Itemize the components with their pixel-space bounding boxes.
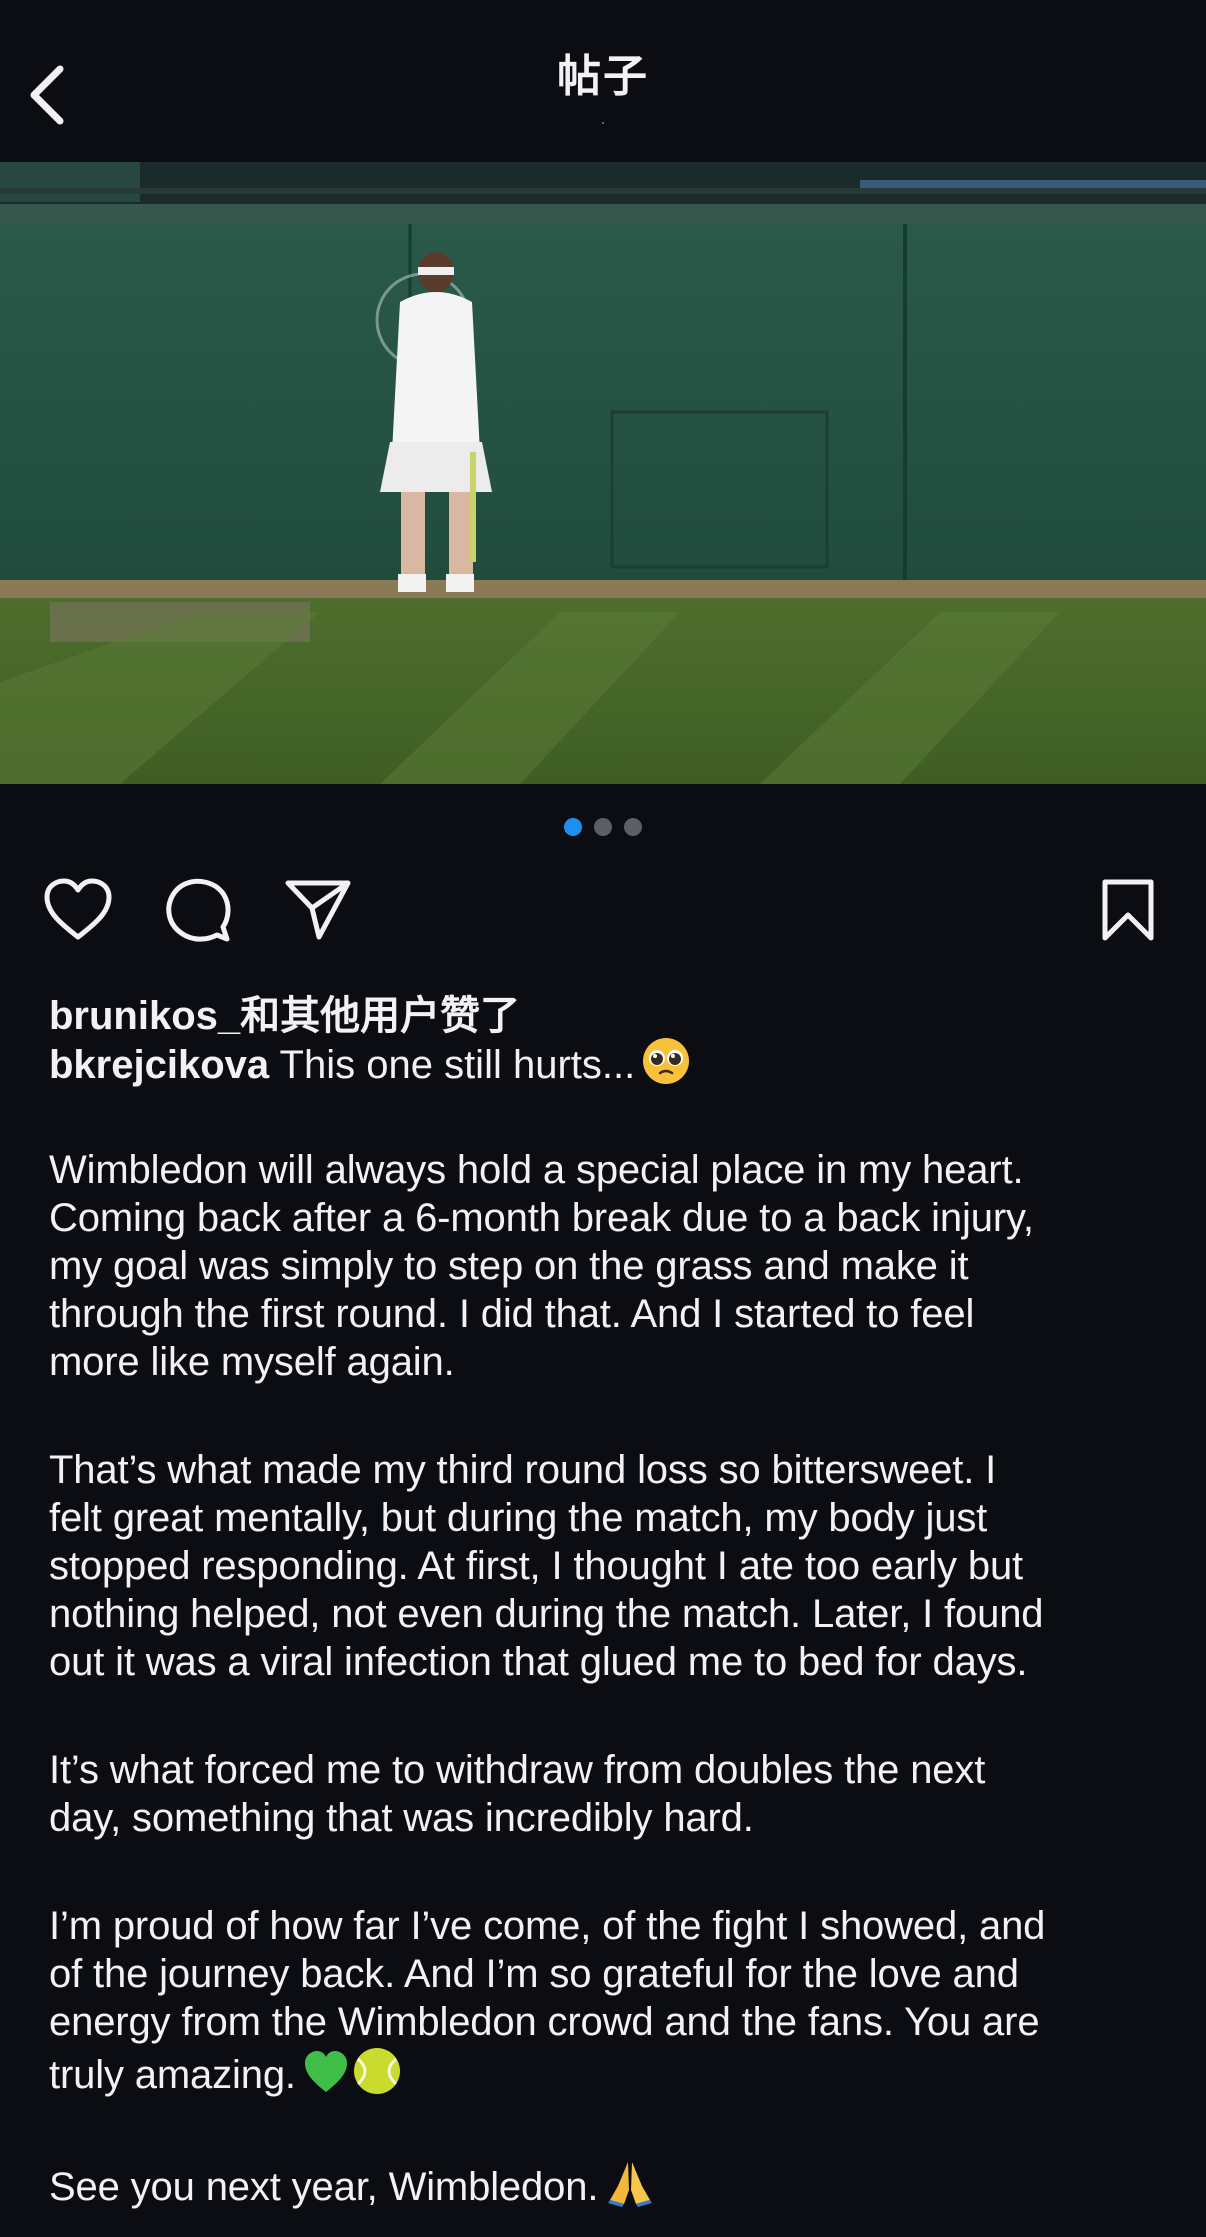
- caption-line-text: See you next year, Wimbledon.: [49, 2165, 599, 2209]
- caption-line: That’s what made my third round loss so …: [49, 1448, 997, 1492]
- bookmark-icon: [1102, 879, 1154, 941]
- like-button[interactable]: [38, 870, 118, 950]
- caption-line: through the first round. I did that. And…: [49, 1292, 975, 1336]
- likes-summary[interactable]: brunikos_和其他用户赞了: [49, 983, 520, 1041]
- carousel-dot: [594, 818, 612, 836]
- caption-line: Wimbledon will always hold a special pla…: [49, 1148, 1024, 1192]
- post-photo[interactable]: [0, 162, 1206, 784]
- tennis-ball-emoji-icon: [352, 2046, 402, 2107]
- action-bar: [0, 870, 1206, 970]
- caption-paragraph: I’m proud of how far I’ve come, of the f…: [49, 1902, 1179, 2097]
- pleading-face-emoji-icon: [641, 1036, 691, 1096]
- folded-hands-emoji-icon: [604, 2156, 656, 2219]
- comment-button[interactable]: [158, 870, 238, 950]
- comment-bubble-icon: [166, 878, 231, 942]
- caption-line: It’s what forced me to withdraw from dou…: [49, 1748, 986, 1792]
- paper-plane-icon: [285, 880, 351, 940]
- carousel-indicator: [0, 818, 1206, 836]
- caption-line: stopped responding. At first, I thought …: [49, 1544, 1024, 1588]
- share-button[interactable]: [278, 870, 358, 950]
- heart-outline-icon: [44, 878, 112, 940]
- carousel-dot-active: [564, 818, 582, 836]
- caption-line: truly amazing.: [49, 2046, 1179, 2097]
- page-title: 帖子: [557, 52, 649, 101]
- save-button[interactable]: [1088, 870, 1168, 950]
- caption-paragraph: Wimbledon will always hold a special pla…: [49, 1146, 1179, 1386]
- carousel-dot: [624, 818, 642, 836]
- top-bar: 帖子 ·: [0, 0, 1206, 162]
- green-heart-emoji-icon: [302, 2048, 350, 2107]
- caption-line: my goal was simply to step on the grass …: [49, 1244, 969, 1288]
- caption-line: more like myself again.: [49, 1340, 455, 1384]
- caption-line: of the journey back. And I’m so grateful…: [49, 1952, 1019, 1996]
- caption-first-line: This one still hurts...: [269, 1043, 636, 1087]
- caption-paragraph: That’s what made my third round loss so …: [49, 1446, 1179, 1686]
- caption-line: Coming back after a 6-month break due to…: [49, 1196, 1034, 1240]
- caption-header: bkrejcikova This one still hurts...: [49, 1036, 691, 1096]
- caption-paragraph: It’s what forced me to withdraw from dou…: [49, 1746, 1179, 1842]
- caption-line: felt great mentally, but during the matc…: [49, 1496, 988, 1540]
- author-username[interactable]: bkrejcikova: [49, 1043, 269, 1087]
- caption-line: energy from the Wimbledon crowd and the …: [49, 2000, 1040, 2044]
- caption-line: See you next year, Wimbledon.: [49, 2156, 1179, 2209]
- caption-line: I’m proud of how far I’ve come, of the f…: [49, 1904, 1046, 1948]
- post-image: [0, 162, 1206, 784]
- caption-line: out it was a viral infection that glued …: [49, 1640, 1028, 1684]
- page-subtitle: ·: [600, 112, 606, 132]
- caption-paragraph: See you next year, Wimbledon.: [49, 2156, 1179, 2209]
- caption-line: nothing helped, not even during the matc…: [49, 1592, 1044, 1636]
- caption-line-text: truly amazing.: [49, 2053, 296, 2097]
- caption-line: day, something that was incredibly hard.: [49, 1796, 754, 1840]
